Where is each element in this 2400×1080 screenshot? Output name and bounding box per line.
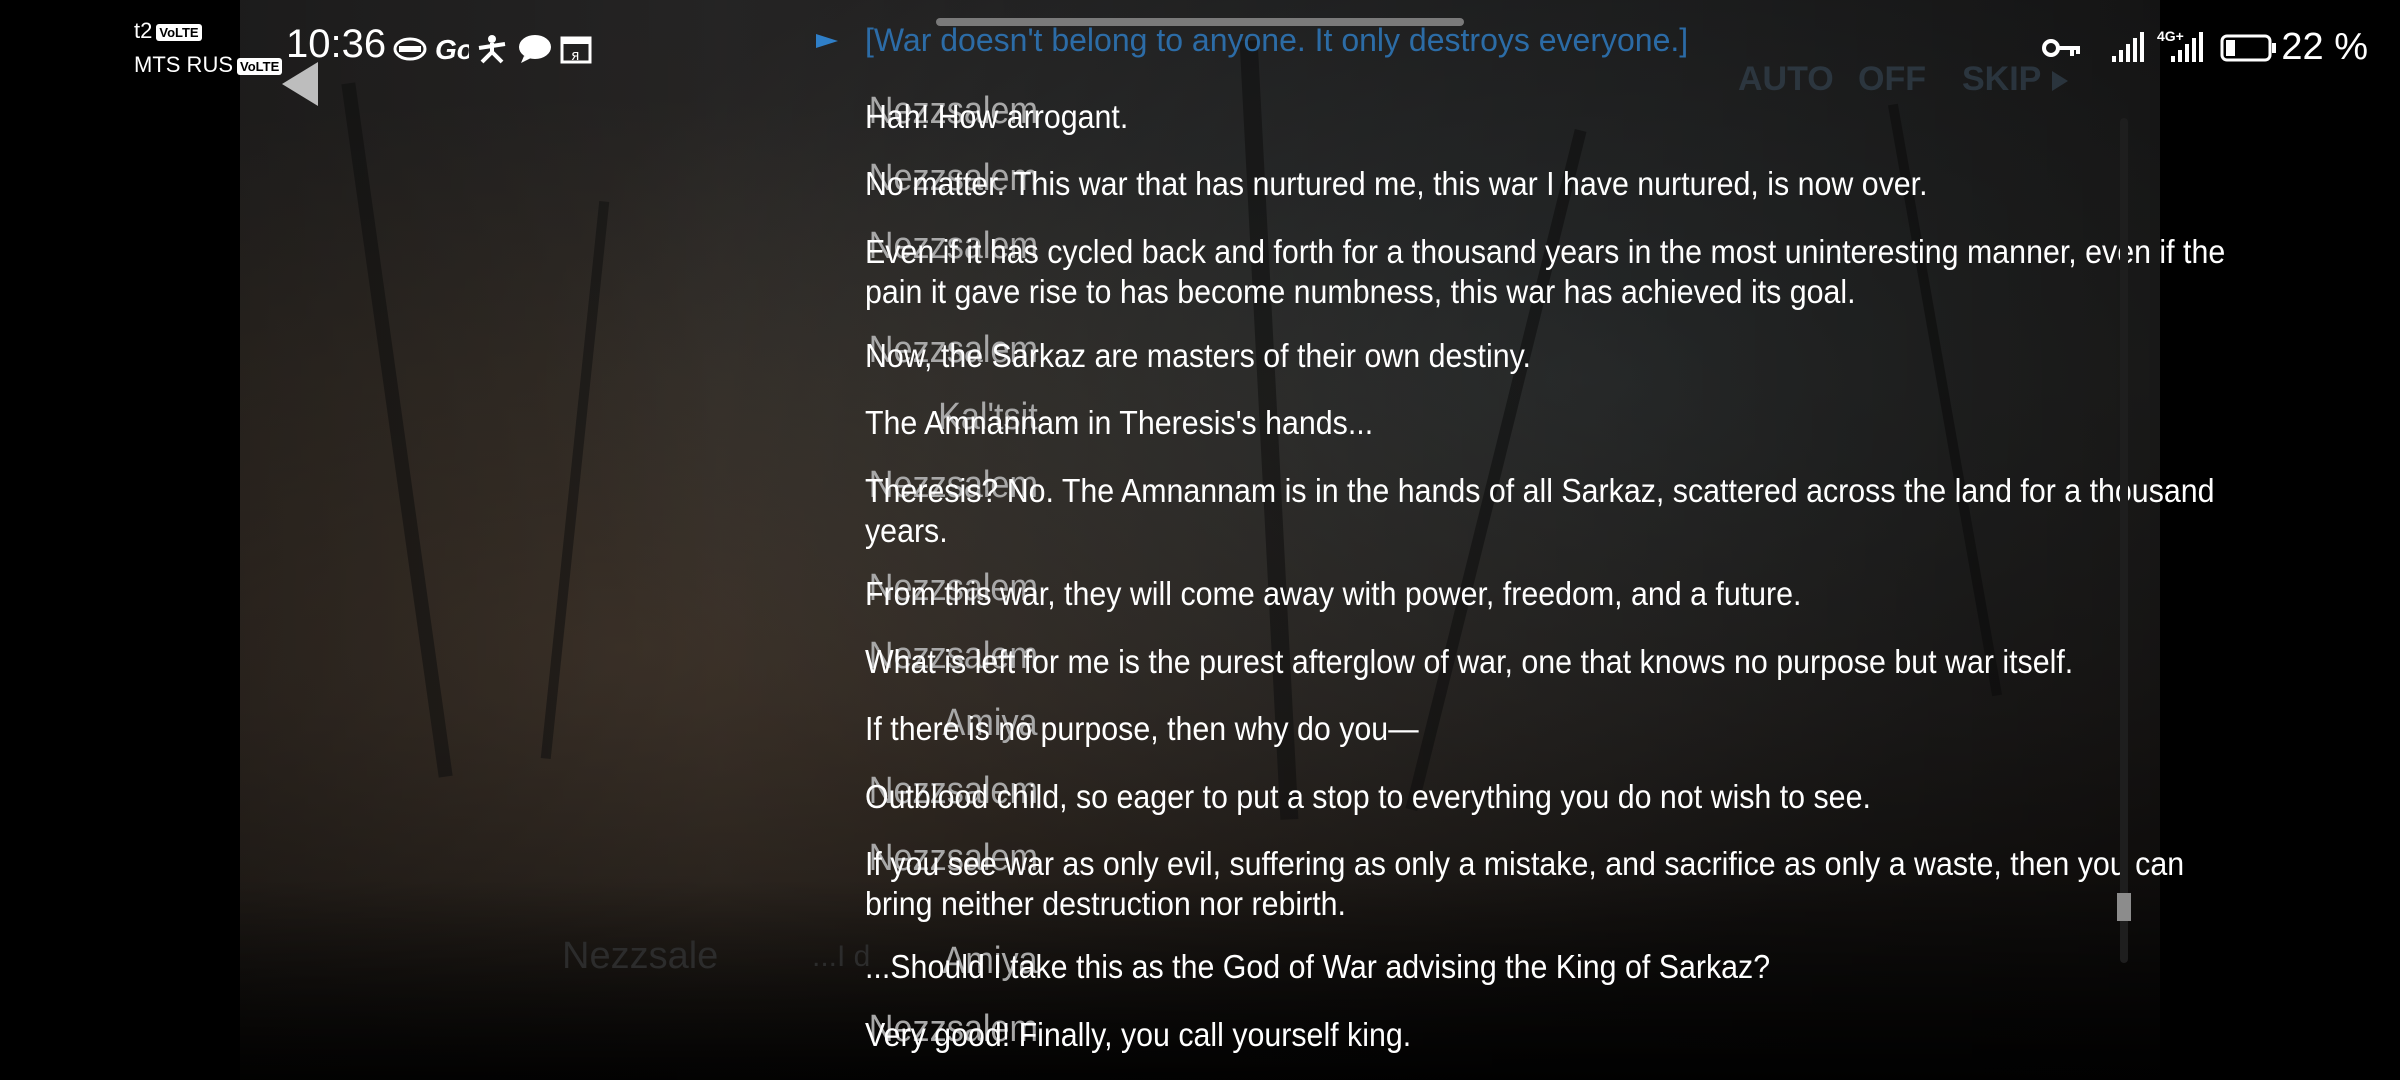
battery-percentage: 22 % [2281,26,2368,68]
figure-notification-icon [478,35,506,64]
carrier-primary: t2 VoLTE [134,18,202,44]
back-arrow-icon[interactable] [278,60,322,108]
chat-icon [519,35,551,63]
carrier-secondary: MTS RUS VoLTE [134,52,283,78]
log-scrollbar[interactable] [2120,118,2128,963]
svg-text:Go: Go [435,34,469,64]
signal-icon [2112,32,2144,62]
carrier-name: MTS RUS [134,52,233,77]
log-scrollbar-thumb[interactable] [2117,893,2131,921]
volte-badge: VoLTE [237,57,283,75]
battery-icon [2220,34,2276,62]
app-notification-icon [393,37,427,61]
dialogue-text: Outblood child, so eager to put a stop t… [865,778,1871,815]
dialogue-log[interactable]: Nezzsalem Hah! How arrogant. Nezzsalem N… [240,80,2225,1060]
dialogue-text: ...Should I take this as the God of War … [865,948,1771,985]
dialogue-text: The Amnannam in Theresis's hands... [865,404,1374,441]
dialogue-text: Very good! Finally, you call yourself ki… [865,1016,1412,1053]
dialogue-text: Now, the Sarkaz are masters of their own… [865,337,1531,374]
svg-text:я: я [571,48,579,64]
dialogue-text: Theresis? No. The Amnannam is in the han… [865,472,2215,549]
dialogue-text: If there is no purpose, then why do you— [865,710,1419,747]
dialogue-text: Hah! How arrogant. [865,98,1129,135]
gesture-handle[interactable] [936,18,1464,26]
calendar-icon: я [560,36,592,64]
dialogue-text: Even if it has cycled back and forth for… [865,233,2226,310]
dialogue-text: From this war, they will come away with … [865,575,1802,612]
carrier-name: t2 [134,18,153,43]
volte-badge: VoLTE [156,23,202,41]
dialogue-text: If you see war as only evil, suffering a… [865,845,2185,922]
dialogue-text: What is left for me is the purest afterg… [865,643,2074,680]
game-notification-icon: Go [435,34,469,64]
dialogue-text: No matter. This war that has nurtured me… [865,165,1928,202]
signal-secondary-icon [2171,32,2203,62]
key-icon [2042,39,2080,57]
status-bar: t2VoLTE MTS RUSVoLTE 10:36 Go я 4G+ [0,0,2400,95]
